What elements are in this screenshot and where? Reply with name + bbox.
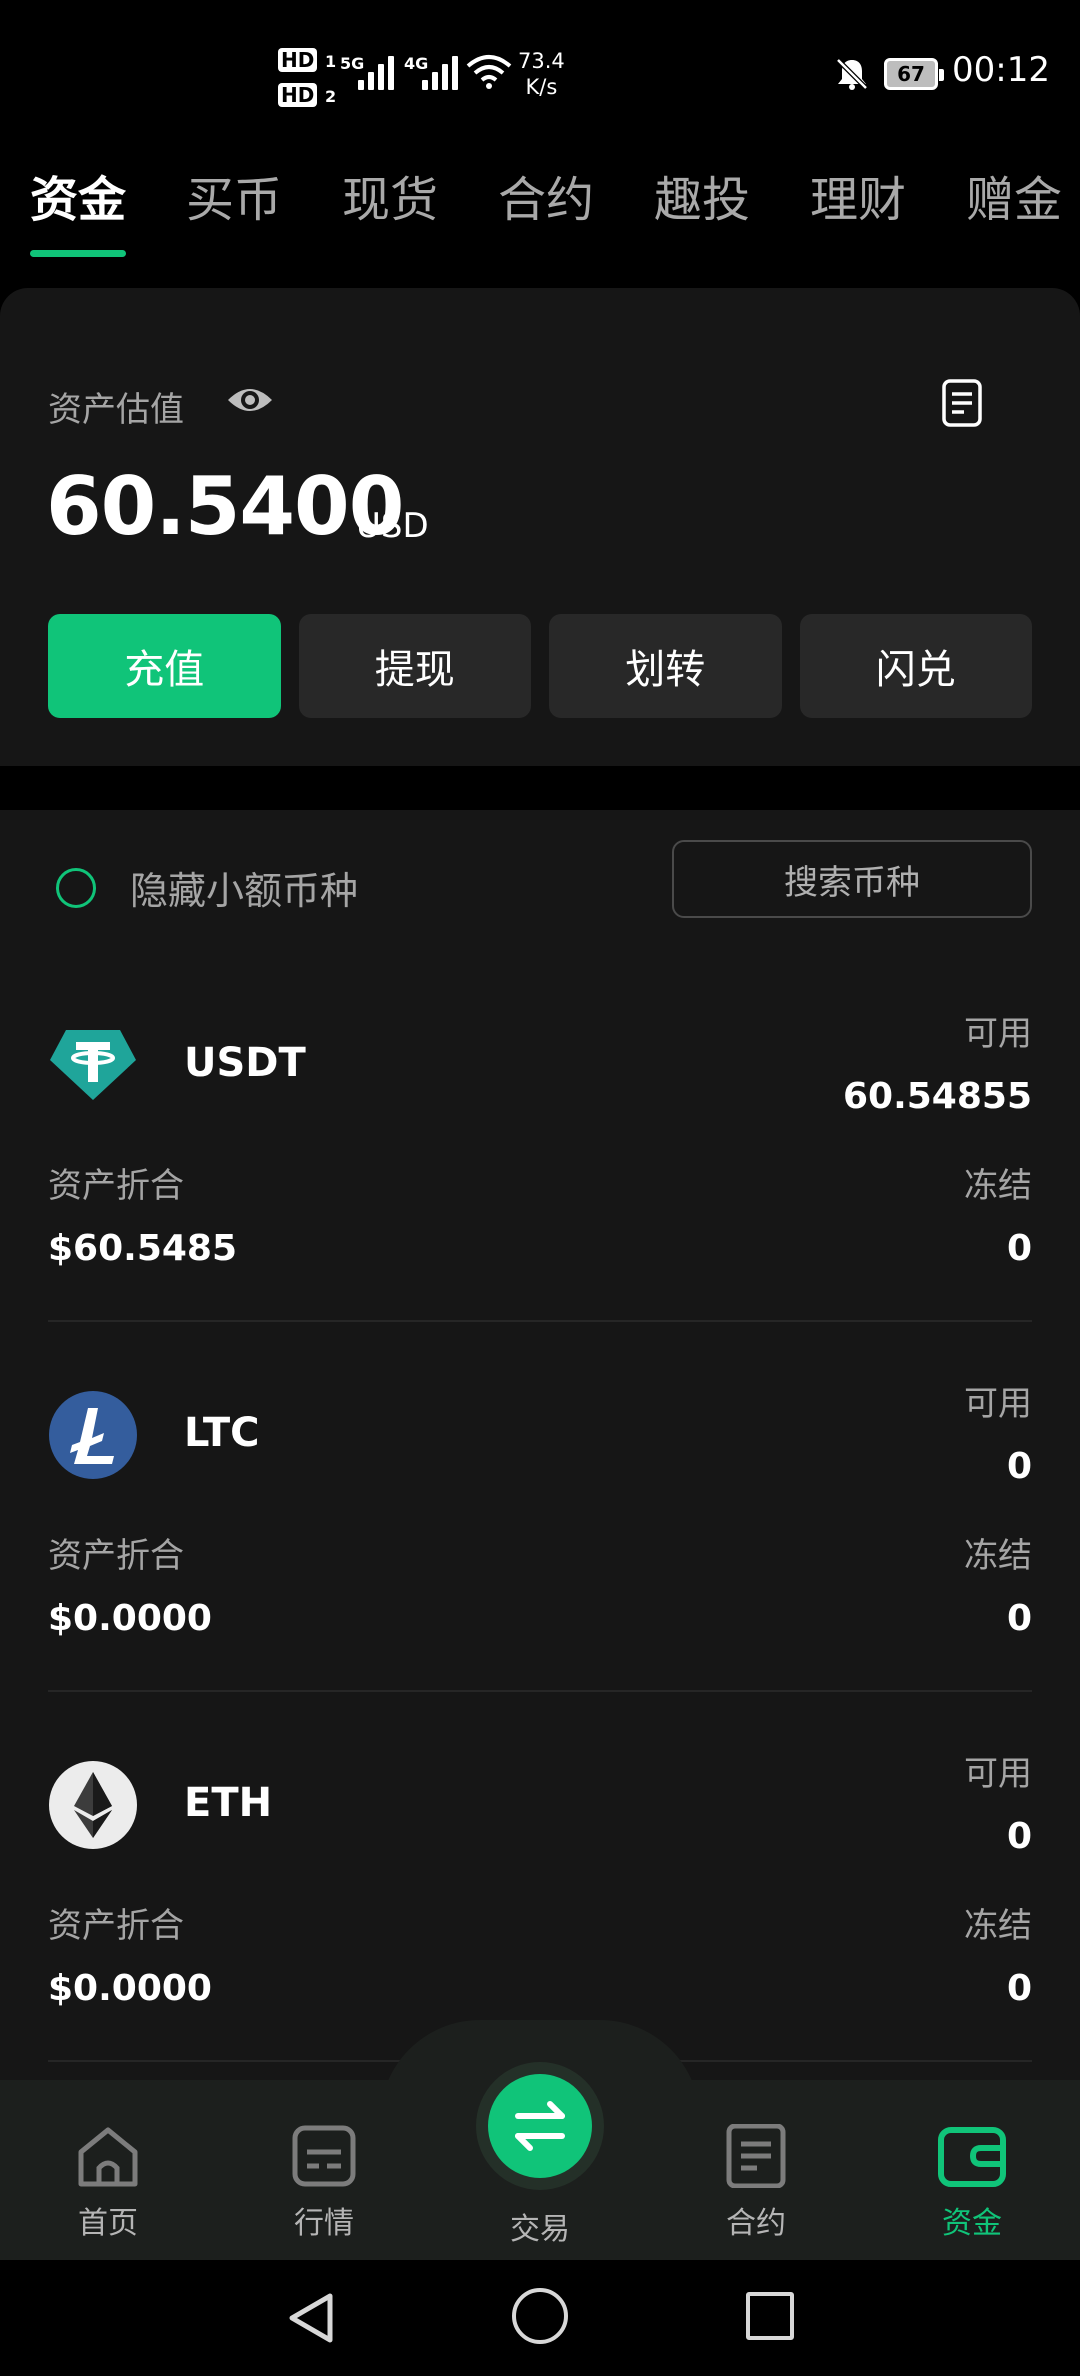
hide-small-toggle[interactable]: 隐藏小额币种 — [56, 860, 358, 915]
coin-row-usdt[interactable]: USDT 可用 60.54855 资产折合 $60.5485 冻结 0 — [48, 1014, 1032, 1390]
swap-button[interactable]: 闪兑 — [799, 614, 1032, 718]
nav-funds[interactable]: 资金 — [902, 2124, 1042, 2242]
coin-row-ltc[interactable]: LTC 可用 0 资产折合 $0.0000 冻结 0 — [48, 1384, 1032, 1760]
tab-wealth[interactable]: 理财 — [810, 160, 906, 230]
available-value: 0 — [1006, 1446, 1032, 1487]
trade-button[interactable] — [488, 2074, 592, 2178]
asset-valuation-label: 资产估值 — [48, 390, 184, 430]
active-tab-indicator — [30, 250, 126, 257]
hide-small-label: 隐藏小额币种 — [130, 869, 359, 913]
coin-symbol: USDT — [184, 1040, 306, 1086]
system-nav-bar — [0, 2260, 1080, 2376]
back-icon[interactable] — [284, 2290, 340, 2346]
nav-home-label: 首页 — [78, 2206, 138, 2241]
converted-value: $60.5485 — [48, 1228, 238, 1269]
wifi-icon — [466, 55, 512, 89]
tab-fun-invest[interactable]: 趣投 — [654, 160, 750, 230]
asset-total-value: 60.5400 — [46, 460, 404, 553]
converted-label: 资产折合 — [48, 1536, 184, 1576]
available-label: 可用 — [964, 1384, 1032, 1424]
frozen-label: 冻结 — [964, 1536, 1032, 1576]
frozen-value: 0 — [1006, 1598, 1032, 1639]
converted-value: $0.0000 — [48, 1968, 212, 2009]
contract-icon — [726, 2124, 786, 2188]
nav-contract-label: 合约 — [726, 2206, 786, 2241]
withdraw-button[interactable]: 提现 — [298, 614, 531, 718]
nav-funds-label: 资金 — [942, 2206, 1002, 2241]
network-speed: 73.4 K/s — [518, 49, 565, 99]
home-icon — [78, 2127, 138, 2187]
frozen-label: 冻结 — [964, 1906, 1032, 1946]
coin-symbol: LTC — [184, 1410, 260, 1456]
transfer-button[interactable]: 划转 — [549, 614, 782, 718]
status-time: 00:12 — [952, 50, 1050, 90]
record-document-icon[interactable] — [940, 378, 984, 428]
search-coin-button[interactable]: 搜索币种 — [672, 840, 1032, 918]
frozen-value: 0 — [1006, 1228, 1032, 1269]
available-value: 0 — [1006, 1816, 1032, 1857]
signal-icon — [422, 50, 458, 90]
row-divider — [48, 1690, 1032, 1692]
wallet-icon — [938, 2127, 1006, 2187]
recent-apps-icon[interactable] — [746, 2292, 794, 2340]
frozen-label: 冻结 — [964, 1166, 1032, 1206]
converted-label: 资产折合 — [48, 1166, 184, 1206]
tab-spot[interactable]: 现货 — [342, 160, 438, 230]
home-circle-icon[interactable] — [512, 2288, 568, 2344]
available-label: 可用 — [964, 1754, 1032, 1794]
row-divider — [48, 1320, 1032, 1322]
asset-currency-unit: USD — [356, 506, 429, 546]
ltc-logo-icon — [49, 1391, 137, 1479]
hide-small-radio[interactable] — [56, 867, 96, 908]
hd-indicator: HD 1 HD 2 — [278, 44, 336, 114]
nav-market[interactable]: 行情 — [254, 2124, 394, 2242]
coin-symbol: ETH — [184, 1780, 273, 1826]
signal-icon — [358, 50, 394, 90]
available-label: 可用 — [964, 1014, 1032, 1054]
nav-market-label: 行情 — [294, 2206, 354, 2241]
asset-action-row: 充值 提现 划转 闪兑 — [48, 614, 1032, 718]
status-bar: HD 1 HD 2 5G 4G 73.4 K/s 67 00:12 — [0, 0, 1080, 140]
converted-label: 资产折合 — [48, 1906, 184, 1946]
tab-contract[interactable]: 合约 — [498, 160, 594, 230]
available-value: 60.54855 — [842, 1076, 1032, 1117]
converted-value: $0.0000 — [48, 1598, 212, 1639]
eth-logo-icon — [49, 1761, 137, 1849]
eye-icon[interactable] — [226, 380, 274, 420]
battery-icon: 67 — [884, 58, 944, 90]
nav-home[interactable]: 首页 — [38, 2124, 178, 2242]
tab-buy-coin[interactable]: 买币 — [186, 160, 282, 230]
nav-contract[interactable]: 合约 — [686, 2124, 826, 2242]
tab-bonus[interactable]: 赠金 — [966, 160, 1062, 230]
top-tab-bar: 资金 买币 现货 合约 趣投 理财 赠金 — [0, 140, 1080, 262]
market-icon — [292, 2125, 356, 2187]
coin-list-panel: 隐藏小额币种 搜索币种 USDT 可用 60.54855 资产折合 $60.54… — [0, 810, 1080, 2080]
mute-bell-icon — [836, 58, 868, 90]
usdt-logo-icon — [50, 1030, 136, 1100]
tab-funds[interactable]: 资金 — [30, 160, 126, 230]
deposit-button[interactable]: 充值 — [48, 614, 281, 718]
swap-arrows-icon — [515, 2101, 565, 2151]
asset-summary-card: 资产估值 60.5400 USD 充值 提现 划转 闪兑 — [0, 288, 1080, 766]
nav-trade-label: 交易 — [510, 2212, 570, 2247]
frozen-value: 0 — [1006, 1968, 1032, 2009]
